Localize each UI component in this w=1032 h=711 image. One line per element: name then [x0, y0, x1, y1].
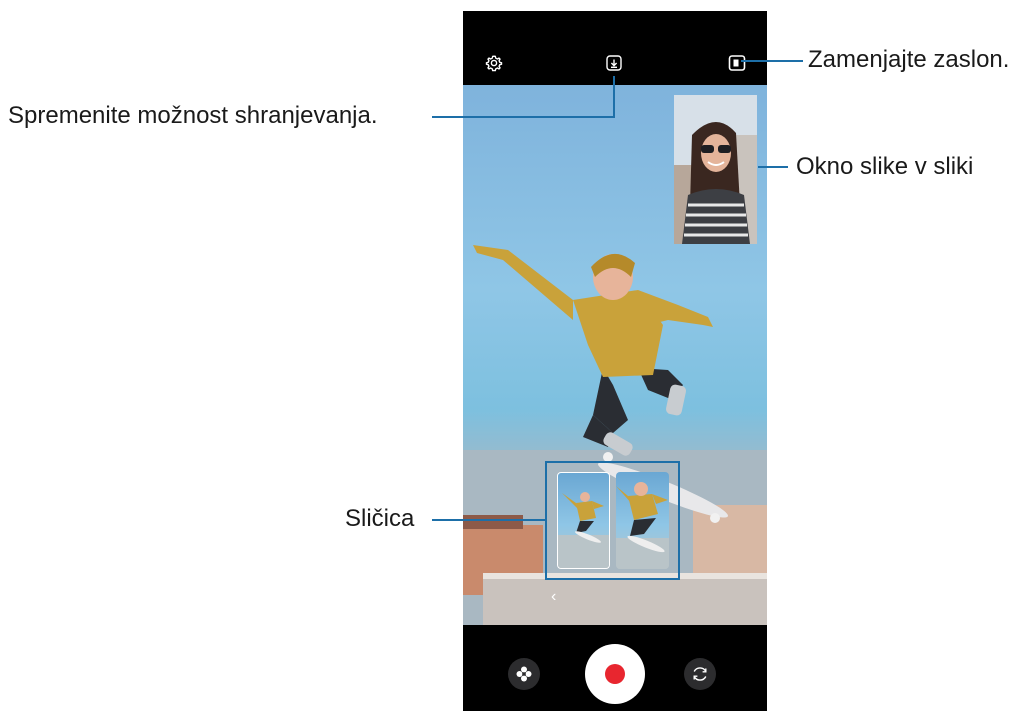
thumbnail-single-take[interactable] — [557, 472, 610, 569]
thumbnail-capture[interactable] — [616, 472, 669, 569]
chevron-left-icon[interactable]: ‹ — [551, 588, 556, 606]
callout-line-save-option-vertical — [613, 76, 615, 118]
screen-switch-icon[interactable] — [727, 53, 747, 73]
camera-viewfinder[interactable]: ‹ — [463, 85, 767, 625]
camera-flip-icon — [693, 667, 707, 681]
gear-icon[interactable] — [484, 53, 504, 73]
record-button[interactable] — [585, 644, 645, 704]
selfie-image — [674, 95, 757, 244]
camera-bottom-bar — [463, 625, 767, 711]
record-icon — [605, 664, 625, 684]
callout-line-thumbnail — [432, 519, 545, 521]
pip-window[interactable] — [674, 95, 757, 244]
callout-save-option: Spremenite možnost shranjevanja. — [8, 102, 378, 129]
callout-pip-window: Okno slike v sliki — [796, 153, 974, 180]
callout-line-switch-screen — [741, 60, 803, 62]
thumbnail-image — [616, 482, 669, 569]
callout-thumbnail: Sličica — [345, 505, 415, 532]
callout-line-save-option — [432, 116, 614, 118]
thumbnail-image — [558, 492, 609, 568]
thumbnail-frame — [545, 461, 680, 580]
callout-switch-screen: Zamenjajte zaslon. — [808, 46, 1010, 73]
effects-button[interactable] — [508, 658, 540, 690]
camera-top-bar — [463, 11, 767, 85]
download-icon[interactable] — [604, 53, 624, 73]
flower-icon — [516, 666, 532, 682]
flip-camera-button[interactable] — [684, 658, 716, 690]
callout-line-pip — [758, 166, 788, 168]
